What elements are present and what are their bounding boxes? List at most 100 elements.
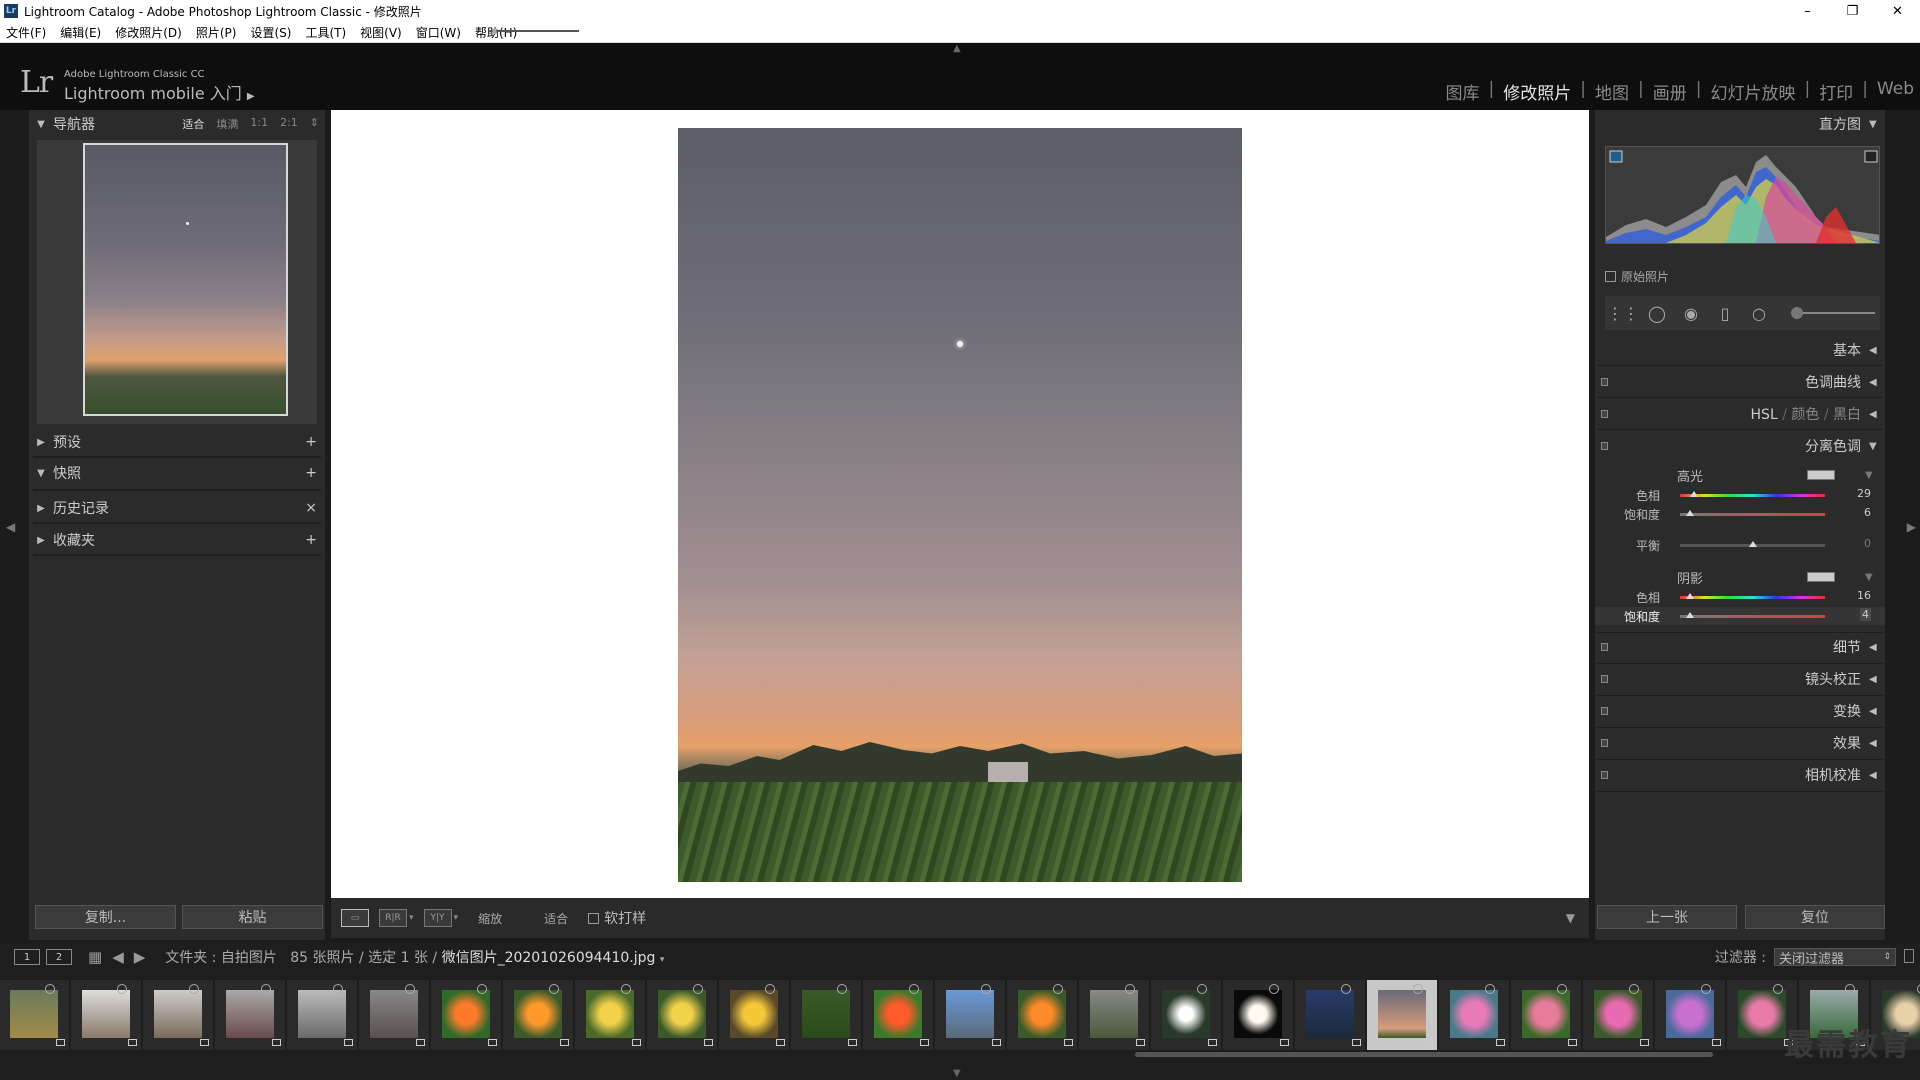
filmstrip-thumb[interactable]	[1151, 980, 1221, 1050]
panel-switch-icon[interactable]	[1601, 675, 1608, 683]
forward-arrow-icon[interactable]: ▶	[134, 948, 146, 966]
menu-edit[interactable]: 编辑(E)	[60, 24, 101, 41]
filmstrip-thumb[interactable]	[863, 980, 933, 1050]
balance-value[interactable]: 0	[1864, 537, 1871, 550]
pick-flag-icon[interactable]	[981, 984, 991, 994]
collapse-bottom-arrow-icon[interactable]: ▼	[953, 1068, 961, 1079]
highlights-saturation-row[interactable]: 饱和度 6	[1595, 505, 1885, 523]
hsl-header[interactable]: HSL / 颜色 / 黑白 ◀	[1595, 400, 1885, 428]
pick-flag-icon[interactable]	[333, 984, 343, 994]
highlights-color-swatch[interactable]	[1807, 470, 1835, 480]
menu-view[interactable]: 视图(V)	[360, 24, 402, 41]
filmstrip-thumb[interactable]	[215, 980, 285, 1050]
panel-switch-icon[interactable]	[1601, 771, 1608, 779]
shadows-saturation-row[interactable]: 饱和度 4	[1595, 607, 1885, 625]
loupe-view[interactable]	[331, 110, 1589, 898]
filmstrip-thumb[interactable]	[1223, 980, 1293, 1050]
highlights-saturation-slider[interactable]	[1680, 513, 1825, 516]
dropdown-caret-icon[interactable]: ▾	[454, 913, 459, 923]
pick-flag-icon[interactable]	[1125, 984, 1135, 994]
pick-flag-icon[interactable]	[117, 984, 127, 994]
pick-flag-icon[interactable]	[1341, 984, 1351, 994]
grid-view-icon[interactable]: ▦	[88, 948, 102, 966]
add-snapshot-icon[interactable]: +	[305, 465, 317, 481]
navigator-header[interactable]: ▼ 导航器 适合 填满 1:1 2:1 ⇕	[29, 110, 325, 138]
red-eye-icon[interactable]: ◉	[1681, 303, 1701, 323]
loupe-view-icon[interactable]: ▭	[341, 909, 369, 927]
swatch-caret-icon[interactable]: ▼	[1865, 572, 1873, 583]
shadows-hue-value[interactable]: 16	[1857, 589, 1871, 602]
close-button[interactable]: ✕	[1875, 0, 1920, 22]
filmstrip-thumb[interactable]	[503, 980, 573, 1050]
module-map[interactable]: 地图	[1595, 79, 1629, 104]
soft-proof-toggle[interactable]: 软打样	[588, 908, 646, 928]
pick-flag-icon[interactable]	[45, 984, 55, 994]
soft-proof-checkbox[interactable]	[588, 912, 600, 924]
maximize-button[interactable]: ❐	[1830, 0, 1875, 22]
filmstrip-thumb[interactable]	[1655, 980, 1725, 1050]
previous-button[interactable]: 上一张	[1597, 905, 1737, 929]
identity-mobile-link[interactable]: Lightroom mobile 入门 ▶	[64, 80, 255, 104]
balance-row[interactable]: 平衡 0	[1595, 536, 1885, 554]
slider-knob[interactable]	[1686, 510, 1694, 516]
collections-header[interactable]: ▶ 收藏夹 +	[29, 526, 325, 554]
module-slideshow[interactable]: 幻灯片放映	[1710, 79, 1795, 104]
reset-button[interactable]: 复位	[1745, 905, 1885, 929]
filter-select[interactable]: 关闭过滤器 ⇕	[1774, 948, 1896, 967]
highlights-saturation-value[interactable]: 6	[1864, 506, 1871, 519]
pick-flag-icon[interactable]	[1629, 984, 1639, 994]
menu-photo[interactable]: 照片(P)	[196, 24, 237, 41]
filmstrip-thumb[interactable]	[1439, 980, 1509, 1050]
toolbar-menu-icon[interactable]: ▼	[1566, 911, 1575, 925]
module-library[interactable]: 图库	[1446, 79, 1480, 104]
filmstrip-thumb[interactable]	[287, 980, 357, 1050]
graduated-filter-icon[interactable]: ▯	[1715, 303, 1735, 323]
pick-flag-icon[interactable]	[477, 984, 487, 994]
effects-header[interactable]: 效果 ◀	[1595, 729, 1885, 757]
menu-develop[interactable]: 修改照片(D)	[115, 24, 182, 41]
nav-fill[interactable]: 填满	[216, 116, 238, 132]
filmstrip-thumb[interactable]	[1511, 980, 1581, 1050]
main-monitor-button[interactable]: 1	[14, 949, 40, 965]
selected-filename[interactable]: 微信图片_20201026094410.jpg	[442, 950, 656, 966]
pick-flag-icon[interactable]	[261, 984, 271, 994]
module-book[interactable]: 画册	[1653, 79, 1687, 104]
panel-switch-icon[interactable]	[1601, 707, 1608, 715]
menu-window[interactable]: 窗口(W)	[416, 24, 461, 41]
pick-flag-icon[interactable]	[909, 984, 919, 994]
split-toning-header[interactable]: 分离色调 ▼	[1595, 432, 1885, 460]
spot-removal-icon[interactable]: ◯	[1647, 303, 1667, 323]
radial-filter-icon[interactable]: ○	[1749, 303, 1769, 323]
highlights-hue-row[interactable]: 色相 29	[1595, 486, 1885, 504]
before-after-compare-icon[interactable]: Y|Y	[423, 909, 452, 927]
presets-header[interactable]: ▶ 预设 +	[29, 428, 325, 456]
zoom-slider[interactable]	[489, 30, 579, 32]
swatch-caret-icon[interactable]: ▼	[1865, 470, 1873, 481]
filmstrip-thumb[interactable]	[0, 980, 69, 1050]
second-monitor-button[interactable]: 2	[46, 949, 72, 965]
clear-history-icon[interactable]: ×	[305, 500, 317, 516]
menu-file[interactable]: 文件(F)	[6, 24, 46, 41]
menu-settings[interactable]: 设置(S)	[250, 24, 291, 41]
filmstrip-thumb-selected[interactable]	[1367, 980, 1437, 1050]
pick-flag-icon[interactable]	[1773, 984, 1783, 994]
snapshots-header[interactable]: ▼ 快照 +	[29, 459, 325, 487]
filmstrip-thumb[interactable]	[1295, 980, 1365, 1050]
add-collection-icon[interactable]: +	[305, 532, 317, 548]
shadows-hue-row[interactable]: 色相 16	[1595, 588, 1885, 606]
before-after-icon[interactable]: R|R	[379, 909, 407, 927]
filter-lock-icon[interactable]	[1904, 949, 1914, 963]
original-photo-checkbox[interactable]	[1605, 271, 1616, 282]
nav-zoom-stepper-icon[interactable]: ⇕	[310, 116, 319, 132]
slider-knob[interactable]	[1686, 593, 1694, 599]
pick-flag-icon[interactable]	[1269, 984, 1279, 994]
slider-knob[interactable]	[1690, 491, 1698, 497]
collapse-right-arrow-icon[interactable]: ▶	[1907, 520, 1916, 534]
filmstrip-source[interactable]: 文件夹 : 自拍图片 85 张照片 / 选定 1 张 / 微信图片_202010…	[165, 947, 664, 967]
zoom-slider-knob[interactable]: ▲	[491, 26, 498, 36]
navigator-thumbnail[interactable]	[83, 143, 288, 416]
pick-flag-icon[interactable]	[405, 984, 415, 994]
panel-switch-icon[interactable]	[1601, 442, 1608, 450]
filmstrip-thumb[interactable]	[1007, 980, 1077, 1050]
pick-flag-icon[interactable]	[837, 984, 847, 994]
